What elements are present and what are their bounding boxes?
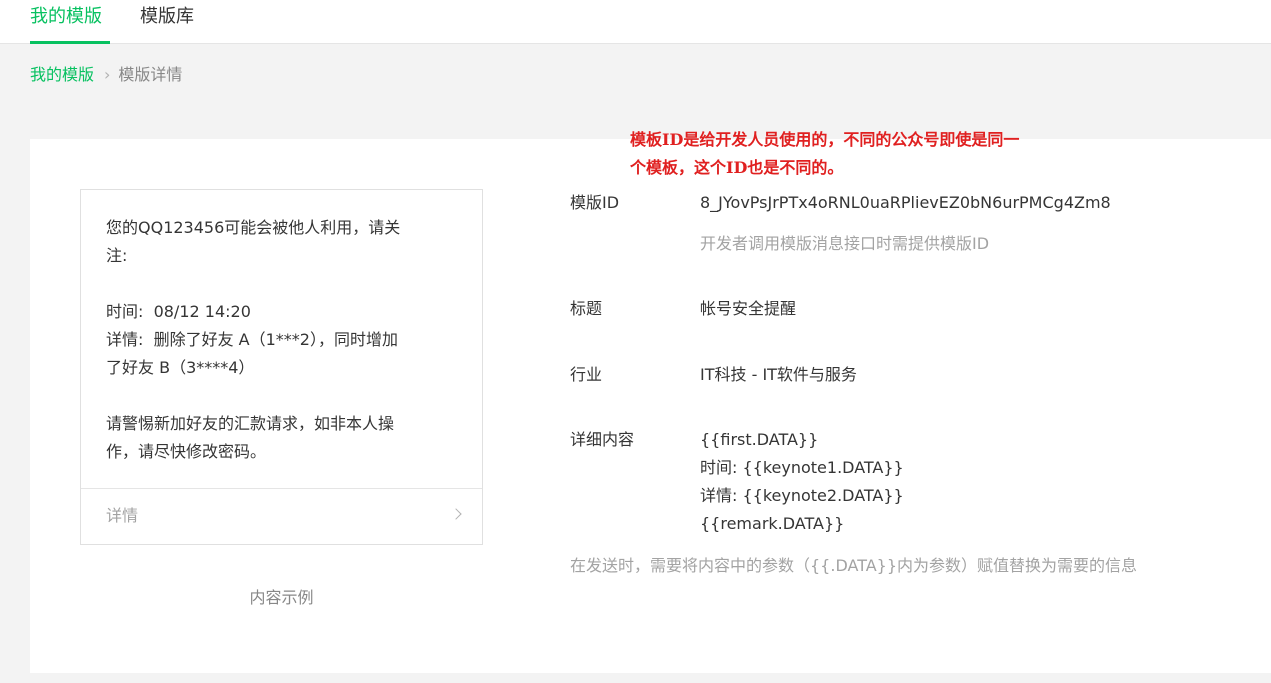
- template-id-value: 8_JYovPsJrPTx4oRNL0uaRPlievEZ0bN6urPMCg4…: [700, 193, 1111, 212]
- preview-line: 详情: 删除了好友 A（1***2），同时增加: [106, 330, 398, 349]
- industry-value: IT科技 - IT软件与服务: [700, 365, 857, 384]
- breadcrumb-my-templates-link[interactable]: 我的模版: [30, 65, 94, 84]
- preview-detail-label: 详情: [106, 506, 139, 525]
- industry-label: 行业: [570, 365, 603, 384]
- tab-template-library[interactable]: 模版库: [140, 0, 194, 44]
- preview-line: 作，请尽快修改密码。: [106, 442, 267, 461]
- preview-line: 您的QQ123456可能会被他人利用，请关: [106, 218, 401, 237]
- title-label: 标题: [570, 299, 603, 318]
- content-line: 详情: {{keynote2.DATA}}: [700, 486, 904, 505]
- breadcrumb-current: 模版详情: [118, 65, 183, 84]
- preview-line: 了好友 B（3****4）: [106, 358, 255, 377]
- content-line: {{first.DATA}}: [700, 430, 819, 449]
- annotation-line-1: 模板ID是给开发人员使用的，不同的公众号即使是同一: [630, 130, 1020, 149]
- content-hint: 在发送时，需要将内容中的参数（{{.DATA}}内为参数）赋值替换为需要的信息: [570, 556, 1138, 575]
- annotation-line-2: 个模板，这个ID也是不同的。: [630, 158, 844, 177]
- preview-line: 注:: [106, 246, 128, 265]
- template-id-label: 模版ID: [570, 193, 620, 212]
- chevron-right-icon: ›: [104, 65, 111, 84]
- preview-caption: 内容示例: [249, 588, 314, 607]
- chevron-right-icon: [450, 508, 462, 520]
- preview-line: 时间: 08/12 14:20: [106, 302, 251, 321]
- preview-body: 您的QQ123456可能会被他人利用，请关 注: 时间: 08/12 14:20…: [81, 190, 482, 488]
- breadcrumb: 我的模版 › 模版详情: [30, 62, 182, 88]
- template-id-hint: 开发者调用模版消息接口时需提供模版ID: [700, 234, 990, 253]
- preview-spacer: [106, 382, 457, 410]
- title-value: 帐号安全提醒: [700, 299, 797, 318]
- preview-detail-link[interactable]: 详情: [81, 488, 482, 544]
- content-line: 时间: {{keynote1.DATA}}: [700, 458, 904, 477]
- tab-my-templates[interactable]: 我的模版: [30, 0, 110, 44]
- preview-line: 请警惕新加好友的汇款请求，如非本人操: [106, 414, 395, 433]
- top-tab-bar: 我的模版 模版库: [0, 0, 1271, 44]
- content-line: {{remark.DATA}}: [700, 514, 845, 533]
- template-detail-card: 模板ID是给开发人员使用的，不同的公众号即使是同一 个模板，这个ID也是不同的。…: [30, 130, 1271, 673]
- content-value: {{first.DATA}} 时间: {{keynote1.DATA}} 详情:…: [700, 426, 904, 538]
- red-annotation: 模板ID是给开发人员使用的，不同的公众号即使是同一 个模板，这个ID也是不同的。: [630, 126, 1170, 182]
- preview-spacer: [106, 270, 457, 298]
- message-preview: 您的QQ123456可能会被他人利用，请关 注: 时间: 08/12 14:20…: [80, 189, 483, 545]
- content-label: 详细内容: [570, 430, 635, 449]
